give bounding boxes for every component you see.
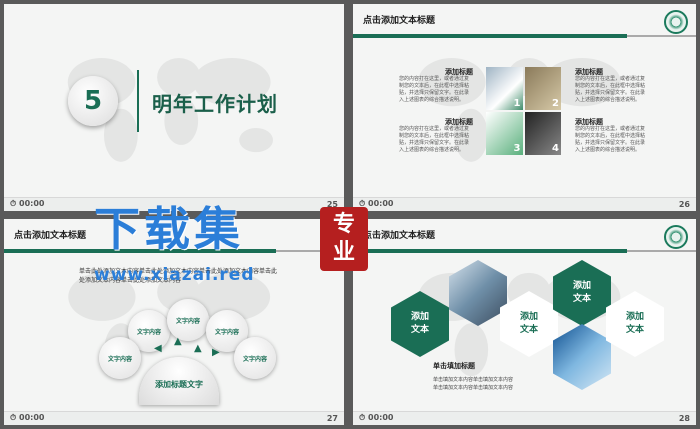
arrow-icon: ▲ <box>174 336 182 347</box>
slide-header-title: 点击添加文本标题 <box>363 16 436 26</box>
feature-text: 您的内容打在这里，或者通过复制您的文本后，在此框中选择粘贴，并选择只保留文字。在… <box>575 126 646 153</box>
content-bubble: 文字内容 <box>167 299 209 341</box>
feature-text: 您的内容打在这里，或者通过复制您的文本后，在此框中选择粘贴，并选择只保留文字。在… <box>399 126 470 153</box>
body-text: 单击填加文本内容单击填加文本内容 单击填加文本内容单击填加文本内容 <box>433 377 514 391</box>
header-rule-gray <box>627 35 696 37</box>
header-rule-gray <box>627 250 696 252</box>
header-rule <box>353 249 628 253</box>
subtitle: 单击填加标题 <box>433 362 475 370</box>
arrow-icon: ◀ <box>154 343 162 354</box>
grid-image: 4 <box>524 112 561 155</box>
company-logo-icon <box>664 225 688 249</box>
slide-number: 28 <box>678 414 690 423</box>
grid-image: 1 <box>486 67 523 110</box>
company-logo-icon <box>664 10 688 34</box>
section-number: 5 <box>68 76 118 126</box>
watermark-url: www.xiazai.red <box>94 265 255 285</box>
divider <box>137 70 139 132</box>
feature-text: 您的内容打在这里，或者通过复制您的文本后，在此框中选择粘贴，并选择只保留文字。在… <box>575 76 646 103</box>
content-bubble: 文字内容 <box>234 337 276 379</box>
slide-timer: ⏱ 00:00 <box>10 413 45 422</box>
header-rule <box>353 34 628 38</box>
slide-header-title: 点击添加文本标题 <box>363 231 436 241</box>
watermark-title: 下载集 <box>94 202 244 256</box>
slide-footer: ⏱ 00:00 27 <box>4 411 344 425</box>
slide-thumbnail-25[interactable]: 5 明年工作计划 ⏱ 00:00 25 <box>4 4 344 211</box>
slide-timer: ⏱ 00:00 <box>10 199 45 208</box>
watermark-seal: 专 业 <box>320 207 368 271</box>
slide-timer: ⏱ 00:00 <box>359 413 394 422</box>
arrow-icon: ▶ <box>212 347 220 358</box>
slide-thumbnail-26[interactable]: 点击添加文本标题 添加标题 您的内容打在这里，或者通过复制您的文本后，在此框中选… <box>353 4 696 211</box>
slide-footer: ⏱ 00:00 26 <box>353 197 696 211</box>
slide-number: 26 <box>678 200 690 209</box>
content-bubble: 文字内容 <box>99 337 141 379</box>
slide-thumbnail-28[interactable]: 点击添加文本标题 添加 文本 添加 文本 添加 文本 添加 文本 单击填加标题 单击填加… <box>353 219 696 425</box>
image-grid: 1 2 3 4 <box>486 67 561 155</box>
arrow-icon: ▲ <box>194 343 202 354</box>
slide-header-title: 点击添加文本标题 <box>14 231 87 241</box>
feature-text: 您的内容打在这里，或者通过复制您的文本后，在此框中选择粘贴，并选择只保留文字。在… <box>399 76 470 103</box>
grid-image: 2 <box>524 67 561 110</box>
section-title: 明年工作计划 <box>152 92 278 116</box>
grid-image: 3 <box>486 112 523 155</box>
slide-number: 27 <box>326 414 338 423</box>
slide-footer: ⏱ 00:00 28 <box>353 411 696 425</box>
